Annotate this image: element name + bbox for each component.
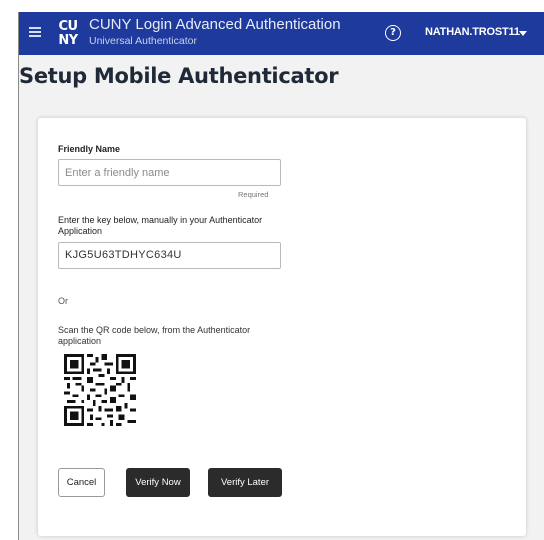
page-title: Setup Mobile Authenticator [19,64,339,88]
verify-later-button[interactable]: Verify Later [208,468,282,497]
key-instruction-label: Enter the key below, manually in your Au… [58,215,263,236]
svg-text:NY: NY [58,33,78,47]
cuny-logo: CU NY [55,17,81,48]
required-hint: Required [238,190,269,199]
cancel-button[interactable]: Cancel [58,468,105,497]
qr-code-icon [64,354,136,426]
app-title: CUNY Login Advanced Authentication [89,16,341,33]
app-subtitle: Universal Authenticator [89,35,197,47]
top-navigation-bar: CU NY CUNY Login Advanced Authentication… [19,12,544,55]
secret-key-field[interactable]: KJG5U63TDHYC634U [58,242,281,269]
verify-now-button[interactable]: Verify Now [126,468,190,497]
username-menu[interactable]: NATHAN.TROST11 [425,26,520,38]
app-window: CU NY CUNY Login Advanced Authentication… [18,12,544,540]
friendly-name-input[interactable] [58,159,281,186]
scan-instruction-label: Scan the QR code below, from the Authent… [58,325,251,346]
setup-card: Friendly Name Required Enter the key bel… [38,118,526,536]
or-separator: Or [58,296,68,306]
help-icon[interactable]: ? [385,25,401,41]
caret-down-icon[interactable] [519,31,527,36]
svg-text:CU: CU [58,19,77,34]
friendly-name-label: Friendly Name [58,144,121,154]
hamburger-menu-icon[interactable] [29,27,41,37]
